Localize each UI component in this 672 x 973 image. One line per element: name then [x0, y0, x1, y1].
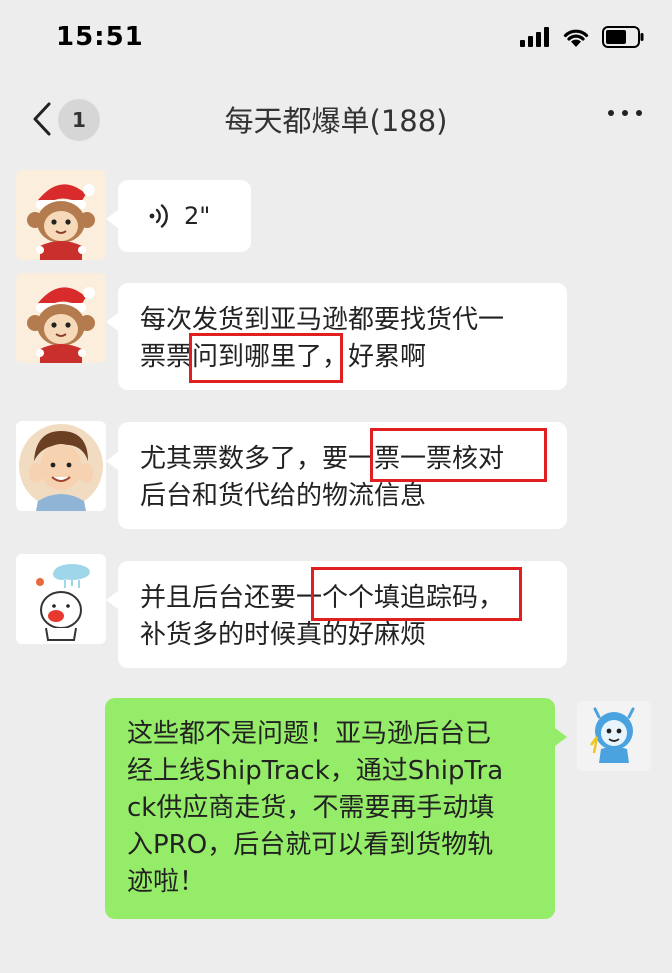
message-line: 经上线ShipTrack，通过ShipTra [127, 756, 504, 786]
boy-avatar[interactable] [16, 421, 106, 511]
status-bar: 15:51 [0, 0, 672, 80]
message-line: 票票问到哪里了，好累啊 [140, 342, 427, 372]
message-line: 补货多的时候真的好麻烦 [140, 620, 427, 650]
message-line: 迹啦！ [127, 867, 206, 897]
status-icons [520, 26, 644, 48]
message-line: 每次发货到亚马逊都要找货代一 [140, 305, 505, 335]
wifi-icon [563, 29, 589, 47]
voice-duration: 2" [184, 201, 211, 230]
more-dot [622, 110, 628, 116]
monkey-santa-icon [16, 273, 106, 363]
robot-mascot-icon [577, 701, 651, 771]
cloud-character-icon [16, 554, 106, 644]
message-line: 入PRO，后台就可以看到货物轨 [127, 830, 494, 860]
message-line: 尤其票数多了，要一票一票核对 [140, 444, 505, 474]
monkey-avatar[interactable] [16, 273, 106, 363]
battery-icon [602, 26, 644, 48]
message-line: 这些都不是问题！亚马逊后台已 [127, 719, 492, 749]
monkey-santa-icon [16, 170, 106, 260]
cloud-avatar[interactable] [16, 554, 106, 644]
voice-message-bubble[interactable]: 2" [106, 180, 251, 252]
monkey-avatar[interactable] [16, 170, 106, 260]
chat-title: 每天都爆单(188) [224, 104, 448, 138]
more-button[interactable] [608, 110, 642, 116]
message-line: 并且后台还要一个个填追踪码， [140, 583, 505, 613]
boy-face-icon [16, 421, 106, 511]
text-message-bubble[interactable]: 并且后台还要一个个填追踪码， 补货多的时候真的好麻烦 [106, 561, 567, 668]
signal-icon [520, 27, 549, 47]
voice-wave-icon [149, 204, 168, 228]
more-dot [608, 110, 614, 116]
own-message-bubble[interactable]: 这些都不是问题！亚马逊后台已 经上线ShipTrack，通过ShipTra ck… [105, 698, 567, 919]
text-message-bubble[interactable]: 每次发货到亚马逊都要找货代一 票票问到哪里了，好累啊 [106, 283, 567, 390]
status-time: 15:51 [56, 22, 144, 52]
text-message-bubble[interactable]: 尤其票数多了，要一票一票核对 后台和货代给的物流信息 [106, 422, 567, 529]
message-line: ck供应商走货，不需要再手动填 [127, 793, 495, 823]
self-avatar[interactable] [577, 701, 651, 771]
message-line: 后台和货代给的物流信息 [140, 481, 427, 511]
more-dot [636, 110, 642, 116]
nav-bar: 1 每天都爆单(188) [0, 80, 672, 158]
